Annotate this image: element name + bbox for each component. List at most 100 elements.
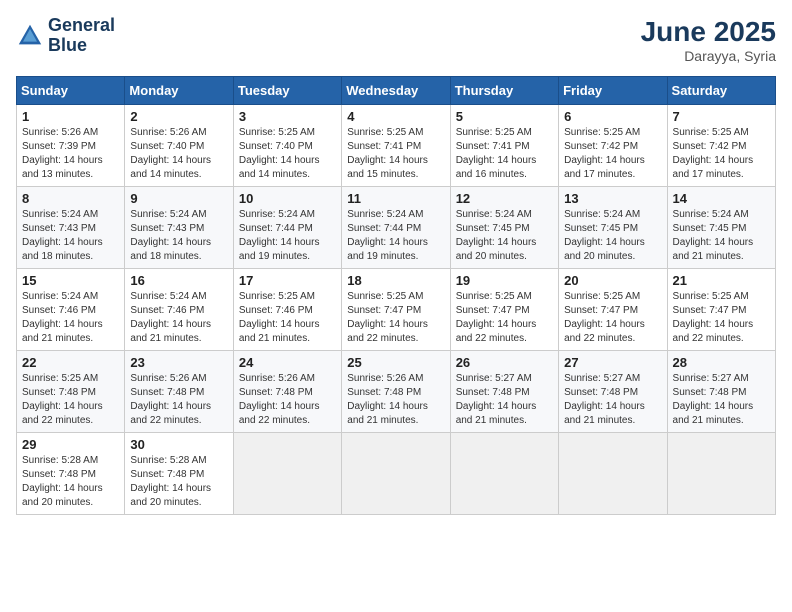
day-number: 5 — [456, 109, 553, 124]
calendar-cell: 25 Sunrise: 5:26 AMSunset: 7:48 PMDayligh… — [342, 351, 450, 433]
day-info: Sunrise: 5:27 AMSunset: 7:48 PMDaylight:… — [564, 372, 661, 428]
day-info: Sunrise: 5:25 AMSunset: 7:41 PMDaylight:… — [456, 126, 553, 182]
calendar-cell: 11Sunrise: 5:24 AMSunset: 7:44 PMDayligh… — [342, 187, 450, 269]
calendar-cell — [450, 433, 558, 515]
calendar-cell: 13 Sunrise: 5:24 AMSunset: 7:45 PMDayligh… — [559, 187, 667, 269]
calendar-cell: 5 Sunrise: 5:25 AMSunset: 7:41 PMDaylight… — [450, 105, 558, 187]
day-number: 3 — [239, 109, 336, 124]
logo-icon — [16, 22, 44, 50]
day-info: Sunrise: 5:25 AMSunset: 7:47 PMDaylight:… — [673, 290, 770, 346]
day-info: Sunrise: 5:24 AMSunset: 7:45 PMDaylight:… — [564, 208, 661, 264]
logo: General Blue — [16, 16, 115, 56]
location-title: Darayya, Syria — [641, 48, 776, 64]
day-number: 19 — [456, 273, 553, 288]
day-info: Sunrise: 5:25 AMSunset: 7:47 PMDaylight:… — [564, 290, 661, 346]
day-number: 22 — [22, 355, 119, 370]
day-number: 14 — [673, 191, 770, 206]
day-info: Sunrise: 5:25 AMSunset: 7:40 PMDaylight:… — [239, 126, 336, 182]
title-block: June 2025 Darayya, Syria — [641, 16, 776, 64]
calendar-cell: 29Sunrise: 5:28 AMSunset: 7:48 PMDayligh… — [17, 433, 125, 515]
day-info: Sunrise: 5:24 AMSunset: 7:45 PMDaylight:… — [673, 208, 770, 264]
day-info: Sunrise: 5:24 AMSunset: 7:43 PMDaylight:… — [22, 208, 119, 264]
day-info: Sunrise: 5:26 AMSunset: 7:48 PMDaylight:… — [239, 372, 336, 428]
day-of-week-header: Friday — [559, 77, 667, 105]
day-of-week-header: Thursday — [450, 77, 558, 105]
day-info: Sunrise: 5:28 AMSunset: 7:48 PMDaylight:… — [130, 454, 227, 510]
calendar-cell — [559, 433, 667, 515]
calendar-cell: 18Sunrise: 5:25 AMSunset: 7:47 PMDayligh… — [342, 269, 450, 351]
logo-text: General Blue — [48, 16, 115, 56]
day-info: Sunrise: 5:28 AMSunset: 7:48 PMDaylight:… — [22, 454, 119, 510]
day-of-week-header: Wednesday — [342, 77, 450, 105]
day-number: 9 — [130, 191, 227, 206]
day-number: 20 — [564, 273, 661, 288]
day-number: 7 — [673, 109, 770, 124]
calendar-week-row: 8 Sunrise: 5:24 AMSunset: 7:43 PMDaylight… — [17, 187, 776, 269]
day-number: 17 — [239, 273, 336, 288]
calendar-cell: 10 Sunrise: 5:24 AMSunset: 7:44 PMDayligh… — [233, 187, 341, 269]
page-header: General Blue June 2025 Darayya, Syria — [16, 16, 776, 64]
calendar-cell: 2Sunrise: 5:26 AMSunset: 7:40 PMDaylight… — [125, 105, 233, 187]
calendar-cell: 19 Sunrise: 5:25 AMSunset: 7:47 PMDayligh… — [450, 269, 558, 351]
day-info: Sunrise: 5:27 AMSunset: 7:48 PMDaylight:… — [673, 372, 770, 428]
day-number: 15 — [22, 273, 119, 288]
calendar-cell: 12 Sunrise: 5:24 AMSunset: 7:45 PMDayligh… — [450, 187, 558, 269]
day-info: Sunrise: 5:26 AMSunset: 7:48 PMDaylight:… — [347, 372, 444, 428]
calendar-header-row: SundayMondayTuesdayWednesdayThursdayFrid… — [17, 77, 776, 105]
calendar-cell: 27 Sunrise: 5:27 AMSunset: 7:48 PMDayligh… — [559, 351, 667, 433]
calendar-week-row: 15 Sunrise: 5:24 AMSunset: 7:46 PMDayligh… — [17, 269, 776, 351]
calendar-cell: 16 Sunrise: 5:24 AMSunset: 7:46 PMDayligh… — [125, 269, 233, 351]
calendar-week-row: 1 Sunrise: 5:26 AMSunset: 7:39 PMDaylight… — [17, 105, 776, 187]
calendar-cell: 22 Sunrise: 5:25 AMSunset: 7:48 PMDayligh… — [17, 351, 125, 433]
calendar-cell: 30Sunrise: 5:28 AMSunset: 7:48 PMDayligh… — [125, 433, 233, 515]
calendar-cell: 14 Sunrise: 5:24 AMSunset: 7:45 PMDayligh… — [667, 187, 775, 269]
day-info: Sunrise: 5:24 AMSunset: 7:43 PMDaylight:… — [130, 208, 227, 264]
day-number: 27 — [564, 355, 661, 370]
day-number: 23 — [130, 355, 227, 370]
calendar-cell: 15 Sunrise: 5:24 AMSunset: 7:46 PMDayligh… — [17, 269, 125, 351]
day-info: Sunrise: 5:24 AMSunset: 7:45 PMDaylight:… — [456, 208, 553, 264]
day-number: 18 — [347, 273, 444, 288]
day-info: Sunrise: 5:25 AMSunset: 7:42 PMDaylight:… — [673, 126, 770, 182]
calendar-cell: 8 Sunrise: 5:24 AMSunset: 7:43 PMDaylight… — [17, 187, 125, 269]
day-number: 1 — [22, 109, 119, 124]
calendar-cell: 7 Sunrise: 5:25 AMSunset: 7:42 PMDaylight… — [667, 105, 775, 187]
day-info: Sunrise: 5:25 AMSunset: 7:47 PMDaylight:… — [456, 290, 553, 346]
calendar-cell: 9 Sunrise: 5:24 AMSunset: 7:43 PMDaylight… — [125, 187, 233, 269]
day-number: 10 — [239, 191, 336, 206]
day-number: 12 — [456, 191, 553, 206]
calendar-week-row: 29Sunrise: 5:28 AMSunset: 7:48 PMDayligh… — [17, 433, 776, 515]
day-number: 6 — [564, 109, 661, 124]
day-number: 4 — [347, 109, 444, 124]
calendar-table: SundayMondayTuesdayWednesdayThursdayFrid… — [16, 76, 776, 515]
day-number: 8 — [22, 191, 119, 206]
calendar-cell: 1 Sunrise: 5:26 AMSunset: 7:39 PMDaylight… — [17, 105, 125, 187]
day-number: 11 — [347, 191, 444, 206]
day-of-week-header: Sunday — [17, 77, 125, 105]
calendar-week-row: 22 Sunrise: 5:25 AMSunset: 7:48 PMDayligh… — [17, 351, 776, 433]
calendar-cell: 6 Sunrise: 5:25 AMSunset: 7:42 PMDaylight… — [559, 105, 667, 187]
day-number: 28 — [673, 355, 770, 370]
day-info: Sunrise: 5:24 AMSunset: 7:46 PMDaylight:… — [22, 290, 119, 346]
day-info: Sunrise: 5:24 AMSunset: 7:44 PMDaylight:… — [239, 208, 336, 264]
day-info: Sunrise: 5:26 AMSunset: 7:48 PMDaylight:… — [130, 372, 227, 428]
calendar-cell: 26 Sunrise: 5:27 AMSunset: 7:48 PMDayligh… — [450, 351, 558, 433]
calendar-cell: 23 Sunrise: 5:26 AMSunset: 7:48 PMDayligh… — [125, 351, 233, 433]
calendar-cell: 17Sunrise: 5:25 AMSunset: 7:46 PMDayligh… — [233, 269, 341, 351]
calendar-cell: 28 Sunrise: 5:27 AMSunset: 7:48 PMDayligh… — [667, 351, 775, 433]
day-of-week-header: Monday — [125, 77, 233, 105]
day-info: Sunrise: 5:25 AMSunset: 7:42 PMDaylight:… — [564, 126, 661, 182]
day-number: 25 — [347, 355, 444, 370]
day-number: 24 — [239, 355, 336, 370]
day-number: 13 — [564, 191, 661, 206]
day-info: Sunrise: 5:24 AMSunset: 7:46 PMDaylight:… — [130, 290, 227, 346]
day-number: 26 — [456, 355, 553, 370]
calendar-cell — [342, 433, 450, 515]
calendar-cell — [667, 433, 775, 515]
day-info: Sunrise: 5:26 AMSunset: 7:40 PMDaylight:… — [130, 126, 227, 182]
day-info: Sunrise: 5:25 AMSunset: 7:48 PMDaylight:… — [22, 372, 119, 428]
day-info: Sunrise: 5:26 AMSunset: 7:39 PMDaylight:… — [22, 126, 119, 182]
day-number: 16 — [130, 273, 227, 288]
day-info: Sunrise: 5:27 AMSunset: 7:48 PMDaylight:… — [456, 372, 553, 428]
calendar-cell: 20 Sunrise: 5:25 AMSunset: 7:47 PMDayligh… — [559, 269, 667, 351]
